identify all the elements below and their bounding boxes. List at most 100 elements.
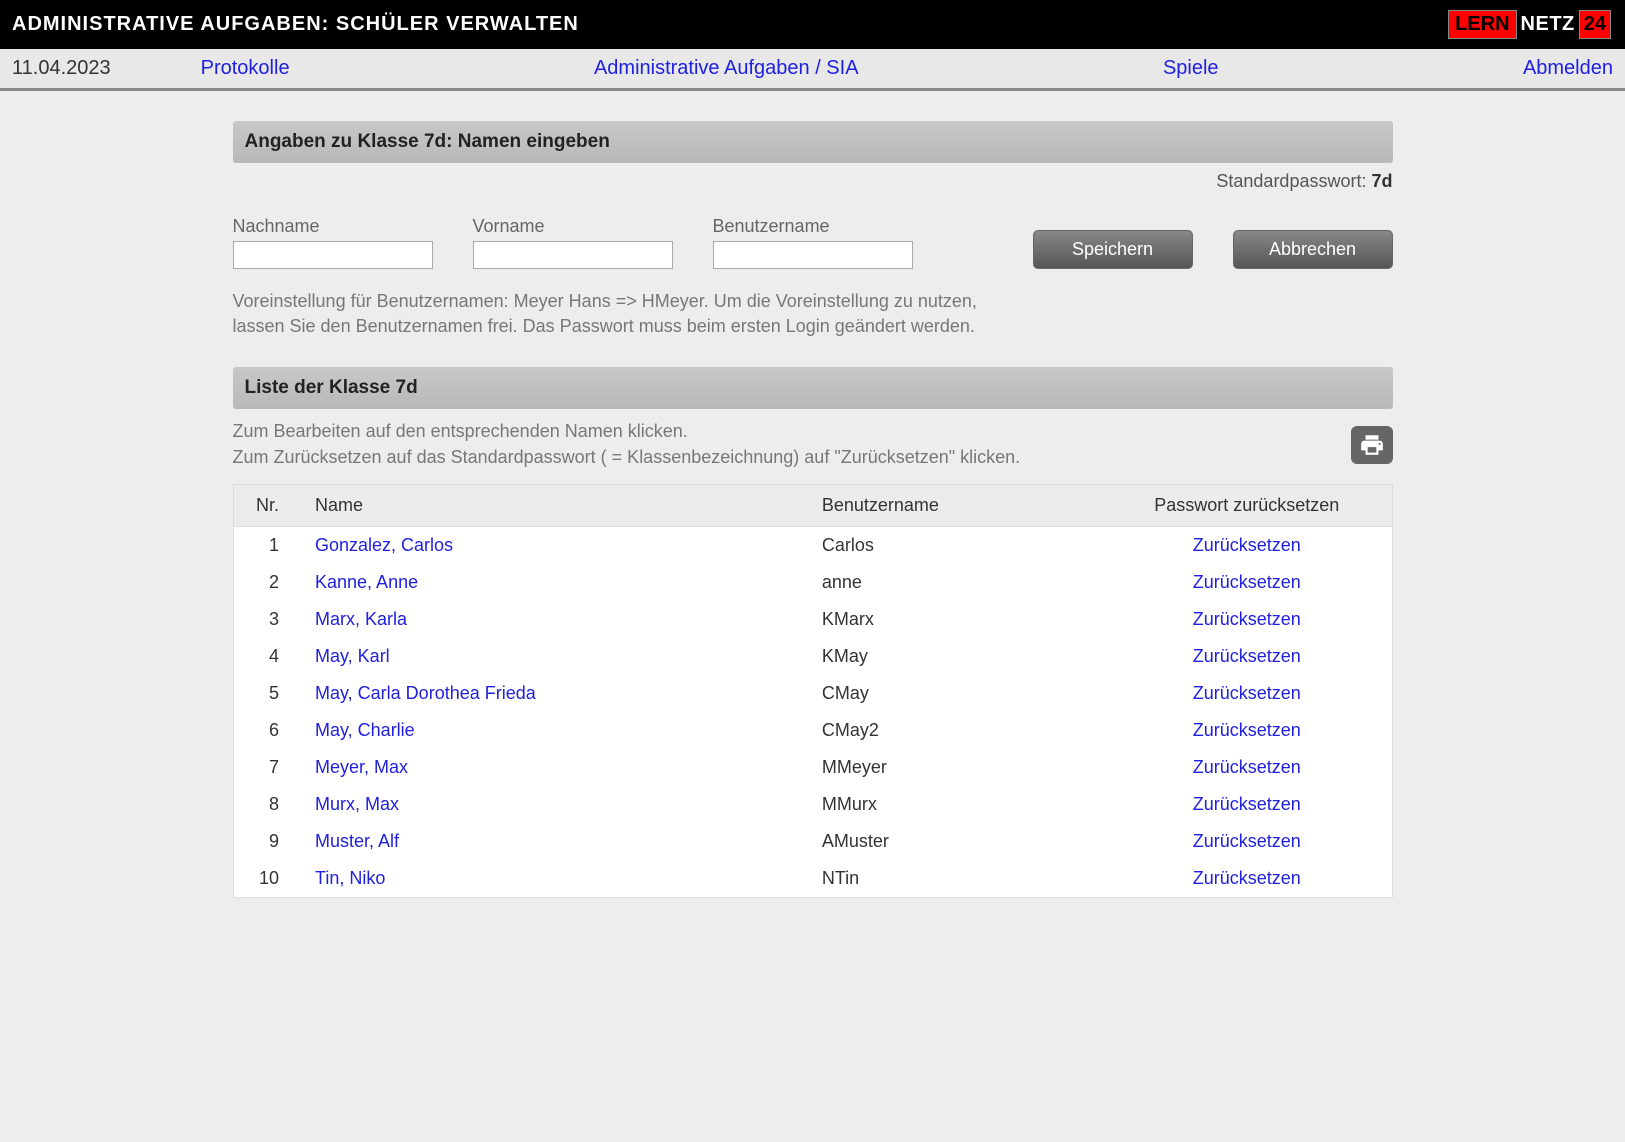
header-bar: ADMINISTRATIVE AUFGABEN: SCHÜLER VERWALT… [0, 0, 1625, 49]
section-header-form: Angaben zu Klasse 7d: Namen eingeben [233, 121, 1393, 163]
student-name-link[interactable]: Meyer, Max [315, 757, 408, 777]
student-name-link[interactable]: Tin, Niko [315, 868, 385, 888]
nav-protokolle[interactable]: Protokolle [201, 57, 290, 80]
field-nachname: Nachname [233, 216, 433, 269]
cell-name: May, Charlie [303, 712, 810, 749]
form-row: Nachname Vorname Benutzername Speichern … [233, 216, 1393, 269]
save-button[interactable]: Speichern [1033, 230, 1193, 269]
nav-abmelden[interactable]: Abmelden [1523, 57, 1613, 80]
print-icon [1359, 432, 1385, 458]
table-row: 5 May, Carla Dorothea Frieda CMay Zurückset… [233, 675, 1392, 712]
student-name-link[interactable]: May, Charlie [315, 720, 415, 740]
cell-reset: Zurücksetzen [1102, 564, 1392, 601]
cell-username: MMeyer [810, 749, 1102, 786]
cell-username: AMuster [810, 823, 1102, 860]
reset-password-link[interactable]: Zurücksetzen [1193, 535, 1301, 555]
table-row: 4 May, Karl KMay Zurücksetzen [233, 638, 1392, 675]
field-benutzername: Benutzername [713, 216, 913, 269]
page-title: ADMINISTRATIVE AUFGABEN: SCHÜLER VERWALT… [12, 13, 579, 36]
benutzername-input[interactable] [713, 241, 913, 269]
cell-nr: 7 [233, 749, 303, 786]
cell-nr: 2 [233, 564, 303, 601]
table-row: 8Murx, MaxMMurxZurücksetzen [233, 786, 1392, 823]
cell-reset: Zurücksetzen [1102, 749, 1392, 786]
default-password-line: Standardpasswort: 7d [233, 171, 1393, 192]
reset-password-link[interactable]: Zurücksetzen [1193, 609, 1301, 629]
table-row: 7 Meyer, Max MMeyer Zurücksetzen [233, 749, 1392, 786]
cell-username: Carlos [810, 526, 1102, 564]
list-instructions: Zum Bearbeiten auf den entsprechenden Na… [233, 419, 1021, 469]
content-area: Angaben zu Klasse 7d: Namen eingeben Sta… [223, 91, 1403, 928]
cell-username: CMay2 [810, 712, 1102, 749]
table-row: 1 Gonzalez, Carlos Carlos Zurücksetzen [233, 526, 1392, 564]
nav-date: 11.04.2023 [12, 57, 111, 80]
cell-reset: Zurücksetzen [1102, 675, 1392, 712]
logo[interactable]: LERN NETZ 24 [1446, 8, 1613, 41]
form-buttons: Speichern Abbrechen [1033, 230, 1393, 269]
student-name-link[interactable]: Gonzalez, Carlos [315, 535, 453, 555]
nachname-label: Nachname [233, 216, 433, 237]
cell-reset: Zurücksetzen [1102, 712, 1392, 749]
table-header-row: Nr. Name Benutzername Passwort zurückset… [233, 484, 1392, 526]
cell-nr: 3 [233, 601, 303, 638]
list-instructions-line1: Zum Bearbeiten auf den entsprechenden Na… [233, 419, 1021, 444]
reset-password-link[interactable]: Zurücksetzen [1193, 831, 1301, 851]
cell-username: NTin [810, 860, 1102, 898]
reset-password-link[interactable]: Zurücksetzen [1193, 572, 1301, 592]
cell-reset: Zurücksetzen [1102, 526, 1392, 564]
cell-nr: 6 [233, 712, 303, 749]
cell-name: Murx, Max [303, 786, 810, 823]
reset-password-link[interactable]: Zurücksetzen [1193, 757, 1301, 777]
field-vorname: Vorname [473, 216, 673, 269]
cell-name: Tin, Niko [303, 860, 810, 898]
nav-links: Protokolle Administrative Aufgaben / SIA… [151, 57, 1613, 80]
cell-username: anne [810, 564, 1102, 601]
student-name-link[interactable]: Murx, Max [315, 794, 399, 814]
student-table: Nr. Name Benutzername Passwort zurückset… [233, 484, 1393, 898]
student-name-link[interactable]: Marx, Karla [315, 609, 407, 629]
cell-username: KMay [810, 638, 1102, 675]
col-header-user: Benutzername [810, 484, 1102, 526]
cell-nr: 8 [233, 786, 303, 823]
table-row: 2 Kanne, Anne anne Zurücksetzen [233, 564, 1392, 601]
cell-nr: 9 [233, 823, 303, 860]
form-hint-line1: Voreinstellung für Benutzernamen: Meyer … [233, 289, 1393, 314]
nav-admin-sia[interactable]: Administrative Aufgaben / SIA [594, 57, 859, 80]
cell-nr: 5 [233, 675, 303, 712]
section-header-list: Liste der Klasse 7d [233, 367, 1393, 409]
nachname-input[interactable] [233, 241, 433, 269]
table-row: 6 May, Charlie CMay2 Zurücksetzen [233, 712, 1392, 749]
student-name-link[interactable]: May, Karl [315, 646, 390, 666]
default-password-label: Standardpasswort: [1216, 171, 1371, 191]
form-hint: Voreinstellung für Benutzernamen: Meyer … [233, 289, 1393, 339]
vorname-label: Vorname [473, 216, 673, 237]
cell-reset: Zurücksetzen [1102, 638, 1392, 675]
nav-spiele[interactable]: Spiele [1163, 57, 1219, 80]
cell-nr: 4 [233, 638, 303, 675]
student-name-link[interactable]: Muster, Alf [315, 831, 399, 851]
cancel-button[interactable]: Abbrechen [1233, 230, 1393, 269]
vorname-input[interactable] [473, 241, 673, 269]
reset-password-link[interactable]: Zurücksetzen [1193, 794, 1301, 814]
table-row: 9 Muster, Alf AMuster Zurücksetzen [233, 823, 1392, 860]
cell-nr: 10 [233, 860, 303, 898]
reset-password-link[interactable]: Zurücksetzen [1193, 720, 1301, 740]
reset-password-link[interactable]: Zurücksetzen [1193, 868, 1301, 888]
student-name-link[interactable]: Kanne, Anne [315, 572, 418, 592]
print-button[interactable] [1351, 426, 1393, 464]
list-instructions-row: Zum Bearbeiten auf den entsprechenden Na… [233, 419, 1393, 469]
cell-nr: 1 [233, 526, 303, 564]
default-password-value: 7d [1371, 171, 1392, 191]
reset-password-link[interactable]: Zurücksetzen [1193, 683, 1301, 703]
col-header-nr: Nr. [233, 484, 303, 526]
student-name-link[interactable]: May, Carla Dorothea Frieda [315, 683, 536, 703]
cell-name: Muster, Alf [303, 823, 810, 860]
cell-reset: Zurücksetzen [1102, 601, 1392, 638]
reset-password-link[interactable]: Zurücksetzen [1193, 646, 1301, 666]
col-header-name: Name [303, 484, 810, 526]
cell-username: CMay [810, 675, 1102, 712]
cell-reset: Zurücksetzen [1102, 786, 1392, 823]
table-row: 10 Tin, Niko NTin Zurücksetzen [233, 860, 1392, 898]
cell-reset: Zurücksetzen [1102, 860, 1392, 898]
cell-name: Gonzalez, Carlos [303, 526, 810, 564]
